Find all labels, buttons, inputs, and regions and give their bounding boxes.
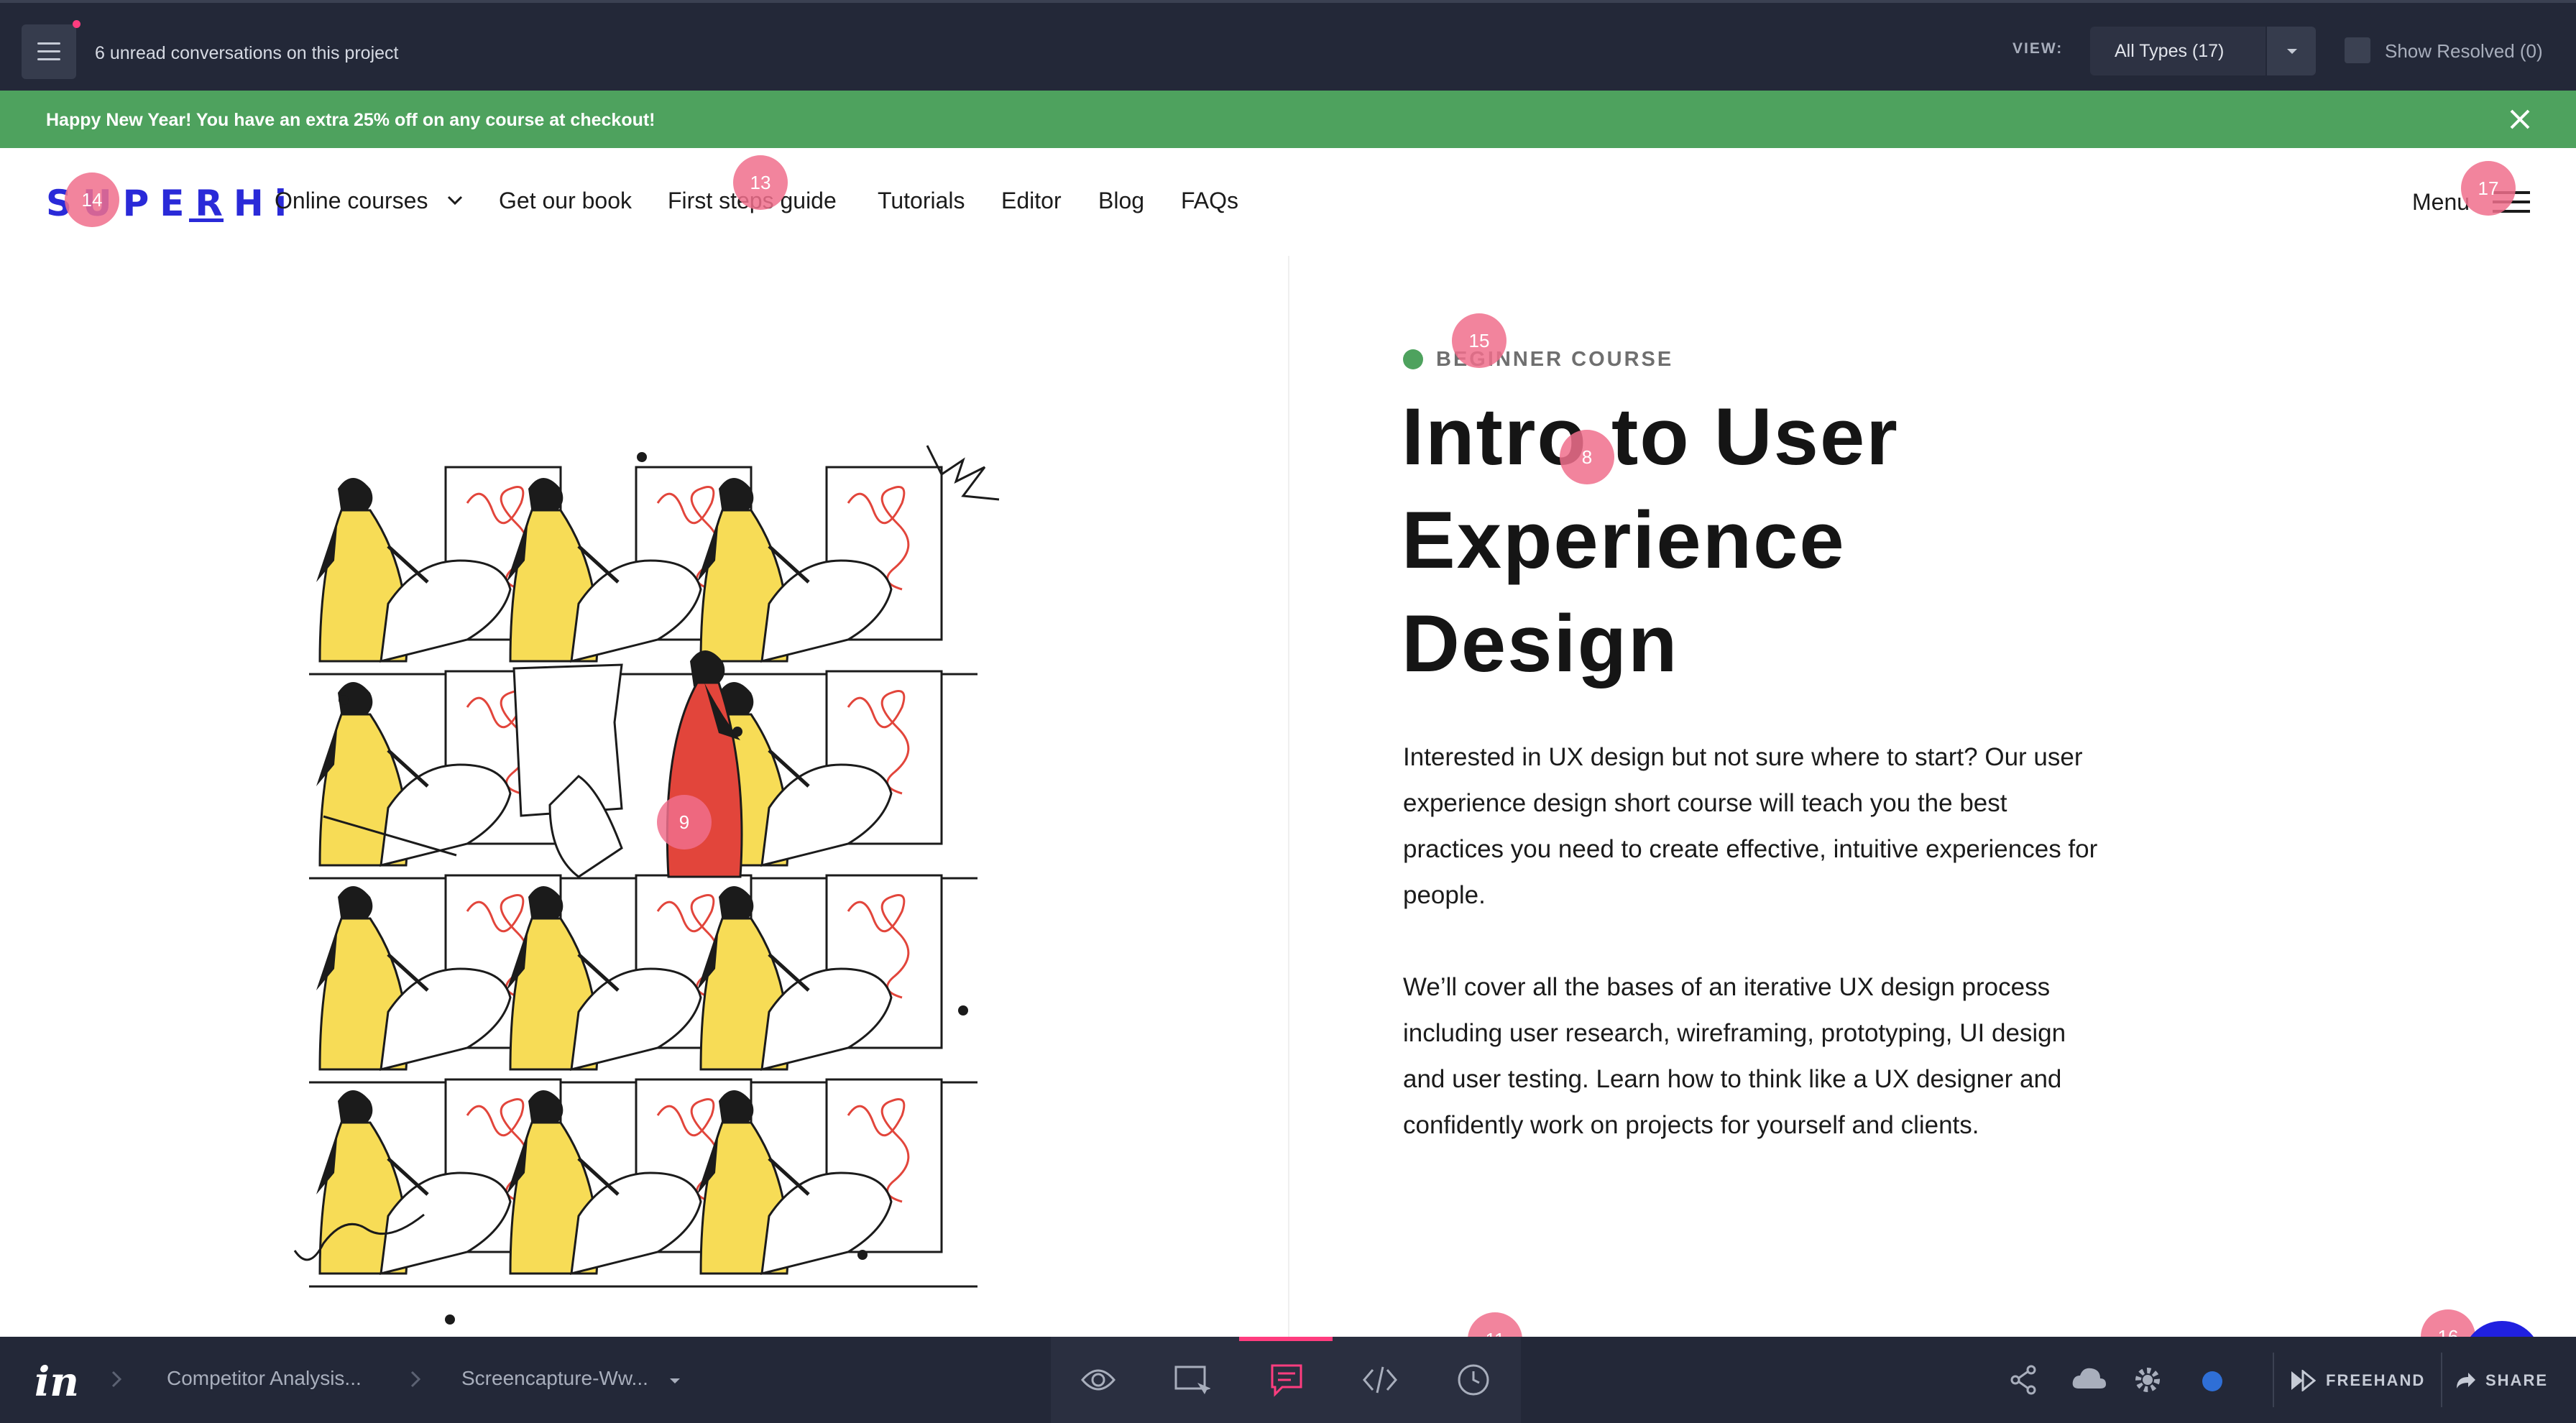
site-header: SUPERHi Online courses Get our book Firs… — [0, 148, 2576, 256]
build-mode-button[interactable] — [1144, 1337, 1238, 1423]
logo-underline — [189, 218, 224, 222]
mode-switcher — [1051, 1337, 1521, 1423]
preview-mode-button[interactable] — [1051, 1337, 1144, 1423]
nav-get-our-book[interactable]: Get our book — [499, 188, 632, 214]
view-filter-label: VIEW: — [2012, 40, 2064, 57]
comment-pin[interactable]: 9 — [657, 795, 712, 849]
nav-editor[interactable]: Editor — [1001, 188, 1062, 214]
share-nodes-icon[interactable] — [2010, 1364, 2038, 1396]
sidebar-menu-button[interactable] — [22, 24, 76, 79]
freehand-button[interactable]: FREEHAND — [2273, 1353, 2424, 1407]
nav-blog[interactable]: Blog — [1098, 188, 1144, 214]
freehand-label: FREEHAND — [2326, 1371, 2426, 1389]
course-illustration — [293, 445, 1000, 1325]
unread-conversations-label[interactable]: 6 unread conversations on this project — [95, 43, 398, 64]
history-mode-button[interactable] — [1426, 1337, 1519, 1423]
nav-faqs[interactable]: FAQs — [1181, 188, 1238, 214]
share-label: SHARE — [2485, 1371, 2549, 1389]
course-level-dot — [1403, 349, 1423, 369]
code-icon — [1363, 1366, 1397, 1394]
course-description-1: Interested in UX design but not sure whe… — [1403, 743, 2098, 909]
prototype-toolbar: in Competitor Analysis... Screencapture-… — [0, 1337, 2576, 1423]
share-button[interactable]: SHARE — [2441, 1353, 2563, 1407]
nav-online-courses[interactable]: Online courses — [275, 188, 428, 214]
chevron-down-icon[interactable] — [2267, 27, 2316, 75]
comment-toolbar: 6 unread conversations on this project V… — [0, 0, 2576, 91]
close-icon[interactable] — [2506, 105, 2534, 134]
chevron-down-icon[interactable] — [670, 1378, 680, 1383]
cloud-sync-icon[interactable] — [2071, 1364, 2106, 1396]
comment-pin[interactable]: 17 — [2461, 161, 2516, 216]
chevron-down-icon[interactable] — [446, 191, 464, 208]
clock-icon — [1458, 1364, 1489, 1396]
view-type-select[interactable]: All Types (17) — [2090, 27, 2266, 75]
user-avatar[interactable] — [2202, 1371, 2222, 1391]
comment-mode-button[interactable] — [1239, 1337, 1333, 1423]
course-title: Intro to User Experience Design — [1402, 392, 1899, 689]
inspect-mode-button[interactable] — [1333, 1337, 1426, 1423]
breadcrumb-project[interactable]: Competitor Analysis... — [167, 1367, 362, 1390]
content-divider — [1288, 256, 1289, 1337]
freehand-icon — [2291, 1370, 2316, 1391]
notification-dot — [73, 20, 80, 28]
show-resolved-label[interactable]: Show Resolved (0) — [2385, 40, 2543, 63]
breadcrumb-screen[interactable]: Screencapture-Ww... — [461, 1367, 648, 1390]
chevron-right-icon — [111, 1371, 122, 1388]
comment-pin[interactable]: 15 — [1452, 313, 1506, 368]
course-description-2: We’ll cover all the bases of an iterativ… — [1403, 973, 2066, 1139]
show-resolved-checkbox[interactable] — [2345, 37, 2370, 63]
comment-pin[interactable]: 14 — [65, 172, 119, 227]
promo-banner: Happy New Year! You have an extra 25% of… — [0, 91, 2576, 148]
hotspot-icon — [1174, 1366, 1210, 1394]
nav-tutorials[interactable]: Tutorials — [878, 188, 965, 214]
share-arrow-icon — [2457, 1373, 2475, 1389]
chevron-right-icon — [410, 1371, 421, 1388]
comment-pin[interactable]: 13 — [733, 155, 788, 210]
invision-logo[interactable]: in — [34, 1358, 79, 1406]
comment-pin[interactable]: 8 — [1560, 430, 1614, 484]
comment-icon — [1271, 1364, 1302, 1397]
promo-text: Happy New Year! You have an extra 25% of… — [46, 110, 656, 130]
eye-icon — [1081, 1369, 1116, 1391]
view-type-value: All Types (17) — [2115, 41, 2225, 61]
gear-icon[interactable] — [2132, 1364, 2163, 1396]
